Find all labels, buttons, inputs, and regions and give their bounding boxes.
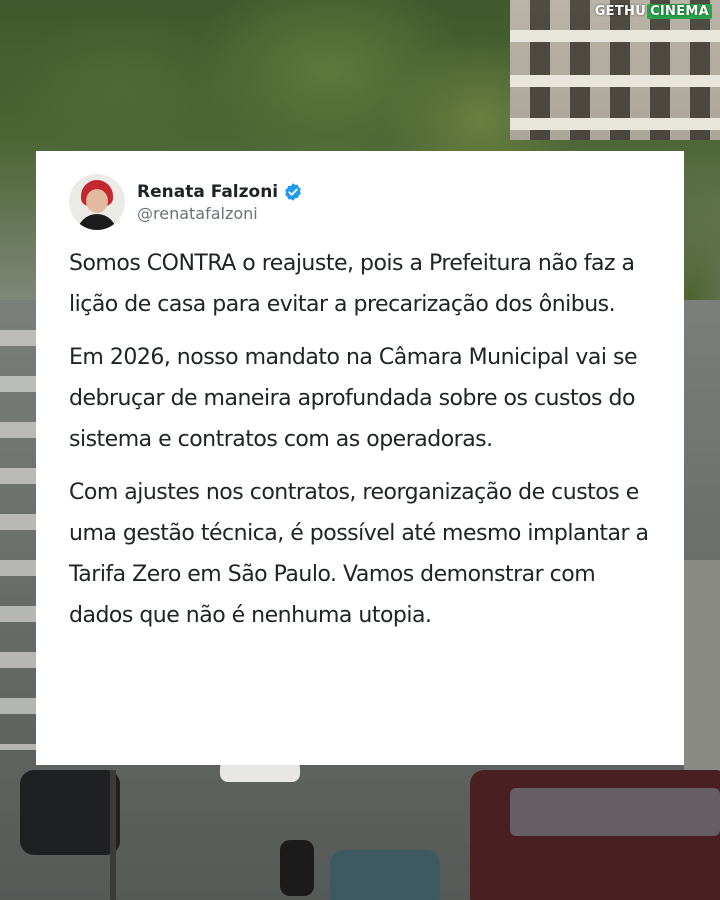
author-handle[interactable]: @renatafalzoni [137,204,303,223]
watermark-prefix: GETHU [594,4,647,19]
car [330,850,440,900]
author-info: Renata Falzoni @renatafalzoni [137,182,303,223]
tweet-header: Renata Falzoni @renatafalzoni [69,173,652,231]
author-name[interactable]: Renata Falzoni [137,182,278,202]
tweet-paragraph: Em 2026, nosso mandato na Câmara Municip… [69,345,638,452]
tweet-text: Somos CONTRA o reajuste, pois a Prefeitu… [69,243,652,636]
building [510,0,720,140]
verified-badge-icon [283,182,303,202]
building-floor [510,75,720,87]
tweet-card: Renata Falzoni @renatafalzoni Somos CONT… [36,151,684,765]
bus [470,770,720,900]
avatar-face [86,189,108,213]
avatar[interactable] [69,174,125,230]
avatar-body [77,214,117,230]
pole [110,770,116,900]
tweet-paragraph: Somos CONTRA o reajuste, pois a Prefeitu… [69,251,635,317]
bus-window [510,788,720,836]
watermark-suffix: CINEMA [647,4,712,19]
crosswalk [0,330,40,750]
watermark: GETHU CINEMA [595,4,712,19]
building-floor [510,118,720,130]
car [20,770,120,855]
motorcycle [280,840,314,896]
name-row: Renata Falzoni [137,182,303,202]
building-floor [510,30,720,42]
tweet-paragraph: Com ajustes nos contratos, reorganização… [69,480,649,628]
